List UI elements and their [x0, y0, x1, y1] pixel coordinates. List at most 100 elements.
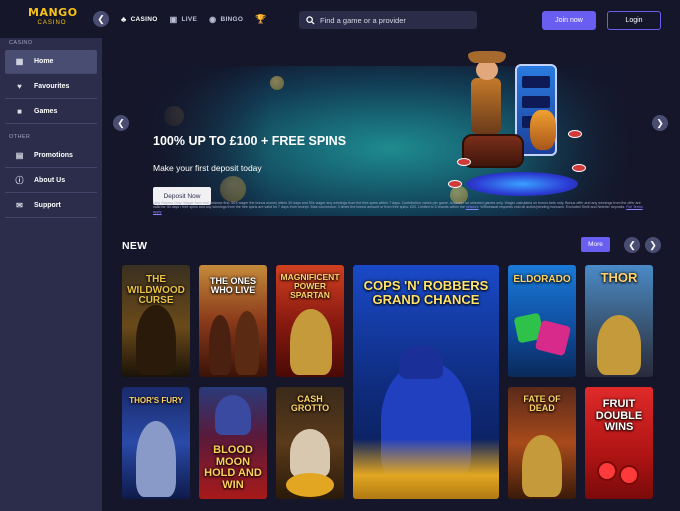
sidebar-section-casino: CASINO	[9, 40, 33, 46]
poker-chip-graphic	[568, 130, 582, 138]
chevron-left-icon: ❮	[628, 239, 636, 250]
spade-icon: ♣	[121, 15, 127, 24]
cherry-graphic	[597, 461, 617, 481]
collapse-sidebar-button[interactable]: ❮	[93, 11, 109, 27]
support-icon: ✉	[16, 201, 23, 210]
old-man-graphic	[290, 429, 330, 477]
section-title-new: NEW	[122, 240, 148, 252]
games-icon: ■	[17, 107, 22, 116]
poker-chip-graphic	[457, 158, 471, 166]
mango-casino-logo[interactable]: MANGO CASINO	[28, 7, 77, 31]
sidebar-item-favourites[interactable]: ♥ Favourites	[5, 75, 97, 99]
game-tile-eldorado[interactable]: ELDORADO	[508, 265, 576, 377]
sidebar-item-label: Home	[34, 58, 54, 65]
search-bar[interactable]: Find a game or a provider	[299, 11, 477, 29]
game-title: THOR'S FURY	[129, 396, 183, 405]
game-tile-thor[interactable]: THOR	[585, 265, 653, 377]
sidebar-item-label: Games	[34, 108, 58, 115]
game-title: THE ONES WHO LIVE	[209, 276, 256, 296]
game-tile-cops-n-robbers[interactable]: COPS 'N' ROBBERS GRAND CHANCE	[353, 265, 499, 499]
spartan-graphic	[290, 309, 332, 375]
sidebar-item-label: Promotions	[34, 152, 73, 159]
game-tile-spartan[interactable]: MAGNIFICENT POWER SPARTAN	[276, 265, 344, 377]
top-tabs: ♣ CASINO ▣ LIVE ◉ BINGO 🏆	[121, 14, 267, 25]
game-tile-fate-of-dead[interactable]: FATE OF DEAD	[508, 387, 576, 499]
search-input[interactable]: Find a game or a provider	[320, 16, 406, 25]
game-tile-ones-who-live[interactable]: THE ONES WHO LIVE	[199, 265, 267, 377]
game-title: THE WILDWOOD CURSE	[127, 274, 185, 306]
cop-hat-graphic	[399, 345, 443, 379]
game-tile-fruit-double-wins[interactable]: FRUIT DOUBLE WINS	[585, 387, 653, 499]
game-title: FRUIT DOUBLE WINS	[595, 398, 643, 434]
game-tile-thors-fury[interactable]: THOR'S FURY	[122, 387, 190, 499]
slot-reel	[522, 96, 550, 108]
tab-live-label: LIVE	[181, 16, 198, 23]
wolf-graphic	[215, 395, 251, 435]
tab-bingo-label: BINGO	[220, 16, 244, 23]
sidebar-item-about-us[interactable]: ⓘ About Us	[5, 169, 97, 193]
bird-mascot-graphic	[530, 110, 556, 150]
game-tile-wildwood-curse[interactable]: THE WILDWOOD CURSE	[122, 265, 190, 377]
gold-pile-graphic	[353, 439, 499, 499]
sidebar-item-label: Favourites	[34, 83, 70, 90]
game-tile-cash-grotto[interactable]: CASH GROTTO	[276, 387, 344, 499]
tab-casino-label: CASINO	[130, 16, 158, 23]
gift-icon: ▤	[15, 151, 24, 160]
search-icon	[306, 15, 315, 25]
info-icon: ⓘ	[15, 176, 24, 185]
home-grid-icon: ▦	[15, 57, 24, 66]
game-title: FATE OF DEAD	[523, 394, 561, 414]
sidebar-item-label: Support	[34, 202, 61, 209]
sidebar-item-home[interactable]: ▦ Home	[5, 50, 97, 74]
hooded-figure-graphic	[136, 305, 176, 375]
main-content: 100% UP TO £100 + FREE SPINS Make your f…	[102, 38, 680, 511]
sidebar-item-games[interactable]: ■ Games	[5, 100, 97, 124]
sidebar-item-support[interactable]: ✉ Support	[5, 194, 97, 218]
sidebar: CASINO ▦ Home ♥ Favourites ■ Games OTHER…	[0, 38, 102, 511]
game-title: COPS 'N' ROBBERS GRAND CHANCE	[363, 278, 489, 307]
character-graphic	[209, 315, 231, 375]
tab-live[interactable]: ▣ LIVE	[170, 15, 198, 24]
character-graphic	[235, 311, 259, 375]
tab-tournaments[interactable]: 🏆	[255, 14, 267, 25]
heart-icon: ♥	[17, 82, 22, 91]
game-title: MAGNIFICENT POWER SPARTAN	[280, 272, 340, 300]
poker-chip-graphic	[448, 180, 462, 188]
dice-graphic	[534, 319, 572, 357]
games-prev-button[interactable]: ❮	[624, 237, 640, 253]
cowboy-head-graphic	[476, 60, 498, 80]
logo-subtext: CASINO	[37, 20, 67, 26]
cowboy-hat-graphic	[468, 51, 506, 63]
barrel-graphic	[462, 134, 524, 168]
login-button[interactable]: Login	[607, 11, 661, 30]
game-title: ELDORADO	[513, 274, 571, 285]
game-title: BLOOD MOON HOLD AND WIN	[204, 444, 262, 491]
sidebar-section-other: OTHER	[9, 134, 31, 140]
cherry-graphic	[619, 465, 639, 485]
top-bar: MANGO CASINO ❮ ♣ CASINO ▣ LIVE ◉ BINGO 🏆…	[0, 0, 680, 38]
slot-reel	[522, 76, 550, 88]
sidebar-item-label: About Us	[34, 177, 66, 184]
banner-prev-button[interactable]: ❮	[113, 115, 129, 131]
tab-casino[interactable]: ♣ CASINO	[121, 15, 158, 24]
pharaoh-graphic	[522, 435, 562, 497]
game-tile-blood-moon[interactable]: BLOOD MOON HOLD AND WIN	[199, 387, 267, 499]
terms-text: New Players Only. Wager from real balanc…	[153, 201, 643, 214]
terms-network-link[interactable]: network	[466, 205, 479, 209]
bingo-icon: ◉	[209, 15, 217, 24]
chevron-right-icon: ❯	[649, 239, 657, 250]
sidebar-item-promotions[interactable]: ▤ Promotions	[5, 144, 97, 168]
chevron-left-icon: ❮	[117, 117, 125, 128]
pedestal-graphic	[466, 172, 578, 196]
more-button[interactable]: More	[581, 237, 610, 252]
poker-chip-graphic	[572, 164, 586, 172]
tab-bingo[interactable]: ◉ BINGO	[209, 15, 243, 24]
thor-graphic	[597, 315, 641, 375]
live-icon: ▣	[169, 15, 178, 24]
games-next-button[interactable]: ❯	[645, 237, 661, 253]
terms-tail: . Withdrawal requests void all active/pe…	[478, 205, 626, 210]
join-now-button[interactable]: Join now	[542, 11, 596, 30]
banner-next-button[interactable]: ❯	[652, 115, 668, 131]
trophy-icon: 🏆	[255, 14, 267, 24]
game-title: CASH GROTTO	[290, 394, 330, 414]
